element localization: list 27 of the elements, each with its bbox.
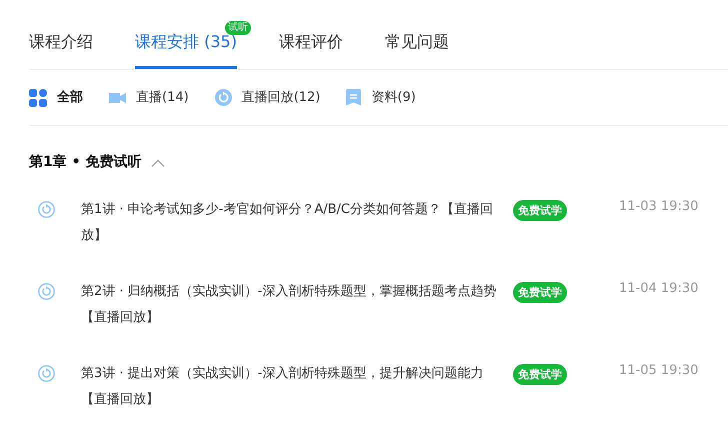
lesson-time: 11-04 19:30 (619, 280, 698, 298)
free-trial-badge: 免费试学 (513, 282, 567, 303)
grid-icon (29, 88, 47, 106)
collapse-caret-icon[interactable] (151, 158, 166, 166)
free-trial-badge: 免费试学 (513, 364, 567, 385)
lesson-title[interactable]: 第2讲 · 归纳概括（实战实训）-深入剖析特殊题型，掌握概括题考点趋势【直播回放】 (81, 279, 499, 331)
free-trial-badge: 免费试学 (513, 200, 567, 221)
lesson-title[interactable]: 第1讲 · 申论考试知多少-考官如何评分？A/B/C分类如何答题？【直播回放】 (81, 197, 499, 249)
replay-icon (214, 89, 232, 106)
chapter-title: 第1章 • 免费试听 (29, 152, 142, 172)
filter-option[interactable]: 资料(9) (371, 88, 416, 108)
replay-icon (38, 365, 55, 382)
replay-icon (38, 283, 55, 300)
filter-option[interactable]: 直播(14) (136, 88, 189, 108)
trial-badge: 试听 (224, 21, 251, 35)
lesson-title[interactable]: 第3讲 · 提出对策（实战实训）-深入剖析特殊题型，提升解决问题能力【直播回放】 (81, 361, 499, 413)
document-icon (346, 89, 362, 106)
filter-option[interactable]: 直播回放(12) (242, 88, 320, 108)
tab[interactable]: 课程安排 (35) (135, 32, 237, 51)
lesson-time: 11-05 19:30 (619, 362, 698, 380)
tab[interactable]: 课程介绍 (29, 32, 93, 51)
tab[interactable]: 常见问题 (384, 32, 449, 51)
replay-icon (38, 201, 55, 218)
lesson-time: 11-03 19:30 (619, 198, 698, 216)
video-camera-icon (109, 90, 126, 104)
filter-option[interactable]: 全部 (57, 88, 83, 108)
tab[interactable]: 课程评价 (278, 32, 343, 51)
